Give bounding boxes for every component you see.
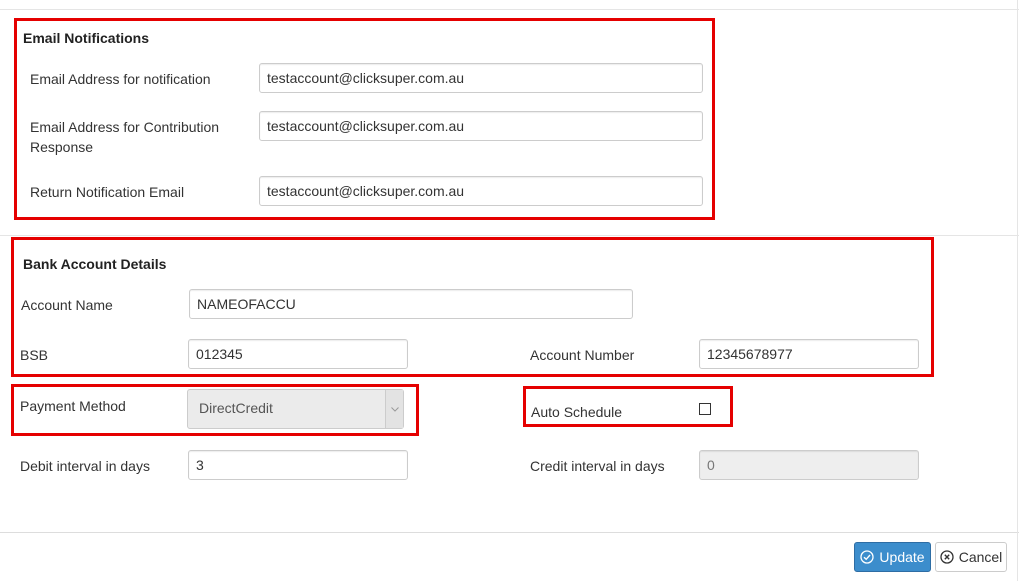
return-email-label: Return Notification Email bbox=[30, 184, 185, 200]
debit-interval-input[interactable] bbox=[188, 450, 408, 480]
notification-email-label: Email Address for notification bbox=[30, 71, 211, 87]
auto-schedule-label: Auto Schedule bbox=[531, 404, 623, 420]
account-name-input[interactable] bbox=[189, 289, 633, 319]
payment-method-select[interactable]: DirectCredit bbox=[187, 389, 404, 429]
contribution-email-label-line1: Email Address for Contribution bbox=[30, 119, 220, 135]
return-email-input[interactable] bbox=[259, 176, 703, 206]
bsb-label: BSB bbox=[20, 347, 49, 363]
right-border bbox=[1017, 0, 1018, 581]
cancel-button-label: Cancel bbox=[958, 549, 1003, 565]
account-number-input[interactable] bbox=[699, 339, 919, 369]
top-divider bbox=[0, 9, 1019, 10]
payment-method-value: DirectCredit bbox=[199, 400, 273, 416]
bank-account-title: Bank Account Details bbox=[23, 256, 167, 272]
credit-interval-label: Credit interval in days bbox=[530, 458, 665, 474]
contribution-email-input[interactable] bbox=[259, 111, 703, 141]
cancel-button[interactable]: Cancel bbox=[935, 542, 1007, 572]
account-name-label: Account Name bbox=[21, 297, 113, 313]
section-divider bbox=[0, 235, 1019, 236]
notification-email-input[interactable] bbox=[259, 63, 703, 93]
auto-schedule-checkbox[interactable] bbox=[699, 403, 711, 415]
bsb-input[interactable] bbox=[188, 339, 408, 369]
credit-interval-input bbox=[699, 450, 919, 480]
close-circle-icon bbox=[940, 550, 954, 564]
payment-method-label: Payment Method bbox=[20, 398, 126, 414]
account-number-label: Account Number bbox=[530, 347, 635, 363]
update-button-label: Update bbox=[879, 549, 925, 565]
check-circle-icon bbox=[860, 550, 875, 564]
update-button[interactable]: Update bbox=[854, 542, 931, 572]
email-notifications-title: Email Notifications bbox=[23, 30, 150, 46]
contribution-email-label-line2: Response bbox=[30, 139, 94, 155]
chevron-down-icon bbox=[385, 390, 403, 428]
debit-interval-label: Debit interval in days bbox=[20, 458, 150, 474]
footer-divider bbox=[0, 532, 1019, 533]
